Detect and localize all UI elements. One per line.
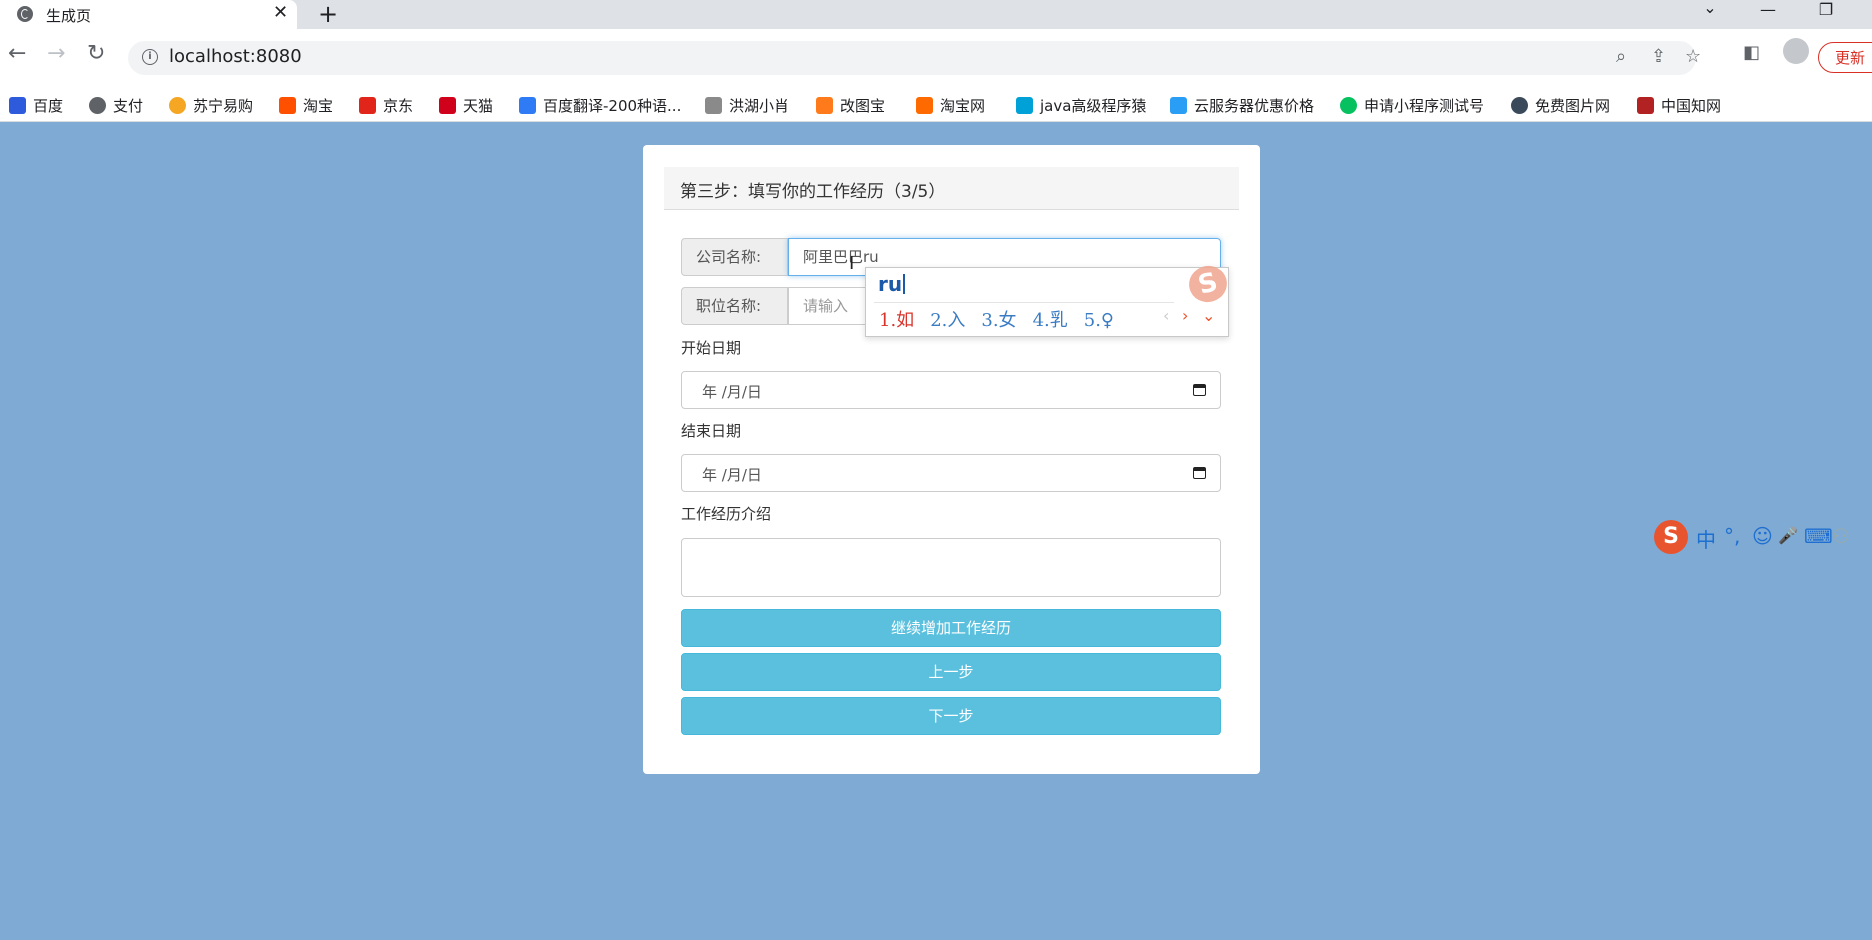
- url-text[interactable]: localhost:8080: [169, 46, 302, 67]
- forward-arrow-icon[interactable]: →: [47, 41, 65, 66]
- new-tab-button[interactable]: +: [318, 0, 338, 28]
- close-tab-icon[interactable]: ✕: [273, 2, 288, 23]
- image-site-icon: [1511, 97, 1528, 114]
- baidu-paw-icon: [9, 97, 26, 114]
- panel-heading: 第三步：填写你的工作经历（3/5）: [664, 167, 1239, 210]
- ime-composition: ru: [878, 272, 905, 296]
- position-label: 职位名称:: [681, 287, 788, 325]
- globe-icon: [17, 6, 33, 22]
- bilibili-icon: [1016, 97, 1033, 114]
- add-experience-button[interactable]: 继续增加工作经历: [681, 609, 1221, 647]
- start-date-input[interactable]: 年 /月/日: [681, 371, 1221, 409]
- tab-title: 生成页: [46, 7, 92, 25]
- next-step-button[interactable]: 下一步: [681, 697, 1221, 735]
- tab-strip: 生成页 ✕ + ⌄ — ❐: [0, 0, 1872, 29]
- active-tab[interactable]: 生成页 ✕: [0, 0, 297, 29]
- ime-prev-page-icon[interactable]: ‹: [1163, 306, 1169, 325]
- bookmark-item[interactable]: 百度翻译-200种语...: [519, 95, 681, 116]
- bookmark-item[interactable]: java高级程序猿: [1016, 95, 1146, 116]
- bookmark-item[interactable]: 洪湖小肖: [705, 95, 789, 116]
- ime-candidate[interactable]: 4.乳: [1033, 310, 1068, 331]
- text-cursor-icon: I: [849, 253, 855, 274]
- back-arrow-icon[interactable]: ←: [8, 41, 26, 66]
- bookmark-item[interactable]: 云服务器优惠价格: [1170, 95, 1314, 116]
- page-title: 第三步：填写你的工作经历（3/5）: [680, 182, 946, 202]
- description-label: 工作经历介绍: [681, 505, 772, 523]
- start-date-label: 开始日期: [681, 339, 742, 357]
- bookmark-star-icon[interactable]: ☆: [1685, 46, 1701, 67]
- bookmark-item[interactable]: 申请小程序测试号: [1340, 95, 1484, 116]
- ime-mode-toggle[interactable]: 中: [1696, 524, 1716, 553]
- cnki-icon: [1637, 97, 1654, 114]
- ime-candidate-window: ru S 1.如 2.入 3.女 4.乳 5.♀ ‹ › ⌄: [865, 261, 1232, 337]
- share-icon[interactable]: ⇪: [1651, 46, 1666, 67]
- bookmark-item[interactable]: 免费图片网: [1511, 95, 1610, 116]
- ime-candidate[interactable]: 3.女: [981, 310, 1016, 331]
- punctuation-toggle[interactable]: °,: [1724, 524, 1740, 548]
- bookmark-item[interactable]: 苏宁易购: [169, 95, 253, 116]
- emoji-icon[interactable]: ☺: [1752, 524, 1773, 548]
- form-card: 第三步：填写你的工作经历（3/5） 公司名称: 阿里巴巴ru 职位名称: 请输入…: [643, 145, 1260, 774]
- ime-candidates: 1.如 2.入 3.女 4.乳 5.♀: [879, 306, 1130, 332]
- calendar-icon[interactable]: [1193, 467, 1206, 479]
- site-info-icon[interactable]: i: [142, 49, 158, 65]
- user-icon[interactable]: ⚇: [1832, 524, 1850, 548]
- bird-icon: [705, 97, 722, 114]
- ime-next-page-icon[interactable]: ›: [1182, 306, 1188, 325]
- minimize-button[interactable]: —: [1748, 0, 1788, 29]
- sogou-logo-icon: S: [1184, 261, 1232, 307]
- jd-icon: [359, 97, 376, 114]
- update-button[interactable]: 更新: [1818, 42, 1872, 73]
- end-date-input[interactable]: 年 /月/日: [681, 454, 1221, 492]
- side-panel-icon[interactable]: ◧: [1743, 42, 1760, 63]
- ime-candidate[interactable]: 5.♀: [1084, 310, 1114, 331]
- ime-candidate[interactable]: 2.入: [930, 310, 965, 331]
- company-label: 公司名称:: [681, 238, 788, 276]
- start-date-value: 年 /月/日: [702, 383, 762, 401]
- globe-icon: [89, 97, 106, 114]
- image-tool-icon: [816, 97, 833, 114]
- calendar-icon[interactable]: [1193, 384, 1206, 396]
- bookmark-item[interactable]: 天猫: [439, 95, 493, 116]
- bookmarks-bar: 百度 支付 苏宁易购 淘宝 京东 天猫 百度翻译-200种语... 洪湖小肖 改…: [0, 88, 1872, 122]
- bookmark-item[interactable]: 百度: [9, 95, 63, 116]
- bookmark-item[interactable]: 京东: [359, 95, 413, 116]
- cloud-icon: [1170, 97, 1187, 114]
- zoom-icon[interactable]: ⌕: [1616, 46, 1626, 67]
- end-date-value: 年 /月/日: [702, 466, 762, 484]
- bookmark-item[interactable]: 淘宝: [279, 95, 333, 116]
- restore-button[interactable]: ❐: [1806, 0, 1846, 29]
- microphone-icon[interactable]: 🎤: [1778, 526, 1798, 545]
- translate-icon: [519, 97, 536, 114]
- taobao-icon: [279, 97, 296, 114]
- ime-candidate[interactable]: 1.如: [879, 310, 914, 331]
- reload-icon[interactable]: ↻: [87, 41, 105, 66]
- end-date-label: 结束日期: [681, 422, 742, 440]
- tmall-icon: [439, 97, 456, 114]
- suning-icon: [169, 97, 186, 114]
- tab-search-icon[interactable]: ⌄: [1690, 0, 1730, 27]
- description-textarea[interactable]: [681, 538, 1221, 597]
- profile-avatar-icon[interactable]: [1783, 38, 1809, 64]
- taobao-icon: [916, 97, 933, 114]
- address-bar[interactable]: i localhost:8080 ⌕ ⇪ ☆: [128, 41, 1701, 75]
- sogou-logo-icon[interactable]: S: [1654, 520, 1688, 554]
- bookmark-item[interactable]: 改图宝: [816, 95, 885, 116]
- bookmark-item[interactable]: 中国知网: [1637, 95, 1721, 116]
- company-input-value: 阿里巴巴ru: [803, 248, 879, 266]
- divider: [874, 302, 1174, 303]
- bookmark-item[interactable]: 淘宝网: [916, 95, 985, 116]
- ime-expand-icon[interactable]: ⌄: [1202, 306, 1215, 325]
- browser-toolbar: ← → ↻ i localhost:8080 ⌕ ⇪ ☆ ◧ 更新: [0, 29, 1872, 88]
- position-placeholder: 请输入: [803, 297, 849, 315]
- bookmark-item[interactable]: 支付: [89, 95, 143, 116]
- keyboard-icon[interactable]: ⌨: [1804, 524, 1833, 548]
- prev-step-button[interactable]: 上一步: [681, 653, 1221, 691]
- wechat-icon: [1340, 97, 1357, 114]
